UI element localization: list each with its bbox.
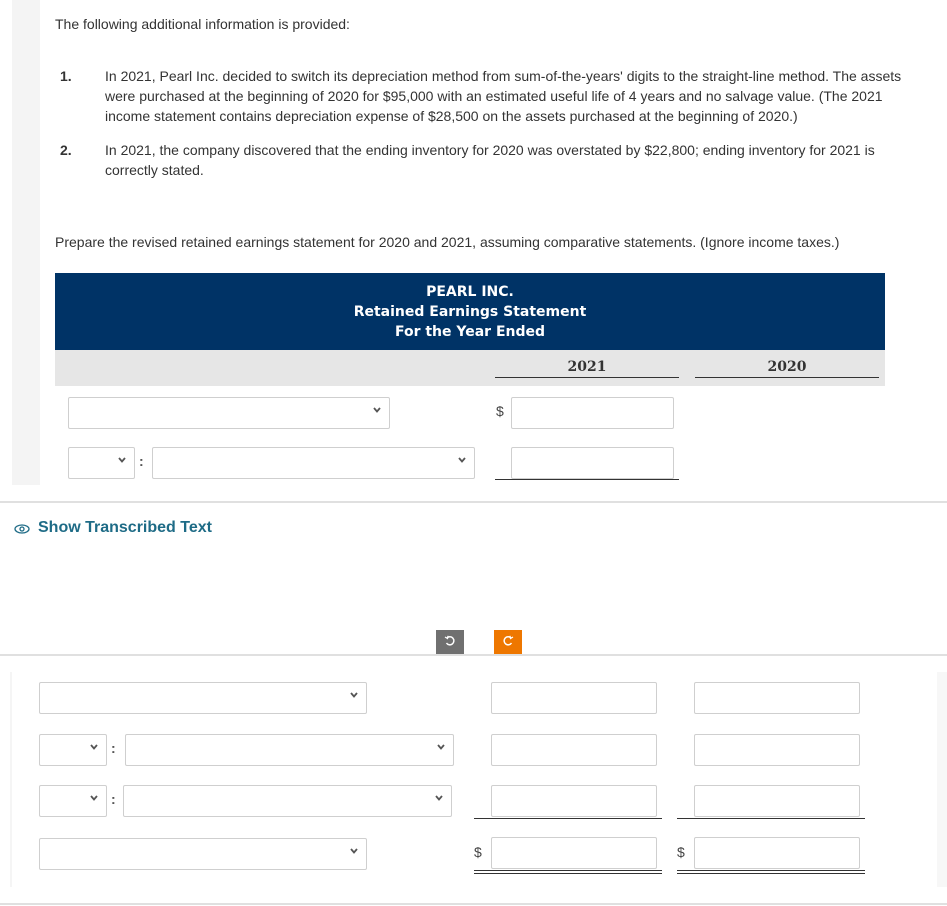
subtotal-underline (474, 818, 662, 819)
statement-period: For the Year Ended (394, 324, 546, 340)
amount-2021-input[interactable] (511, 447, 674, 479)
info-item: 1. In 2021, Pearl Inc. decided to switch… (60, 66, 930, 126)
intro-text: The following additional information is … (55, 16, 350, 32)
account-select[interactable] (123, 785, 452, 817)
panel-left-strip (12, 0, 40, 485)
prefix-select[interactable] (39, 734, 107, 766)
instruction-text: Prepare the revised retained earnings st… (55, 234, 840, 250)
eye-icon (14, 522, 30, 534)
statement-title: Retained Earnings Statement (353, 304, 587, 320)
account-select[interactable] (39, 838, 367, 870)
total-2021-input[interactable] (491, 837, 657, 869)
colon-separator: : (139, 453, 144, 469)
company-name: PEARL INC. (426, 284, 514, 300)
amount-2021-input[interactable] (491, 785, 657, 817)
section-divider (0, 903, 947, 905)
chevron-down-icon (350, 692, 358, 700)
chevron-down-icon (373, 407, 381, 415)
info-number: 2. (60, 142, 72, 158)
info-text: In 2021, Pearl Inc. decided to switch it… (105, 68, 902, 124)
total-double-underline (677, 870, 865, 874)
chevron-down-icon (90, 744, 98, 752)
chevron-down-icon (435, 795, 443, 803)
dollar-sign: $ (496, 403, 504, 419)
section-divider (0, 654, 947, 656)
info-number: 1. (60, 68, 72, 84)
info-text: In 2021, the company discovered that the… (105, 142, 875, 178)
chevron-down-icon (458, 457, 466, 465)
account-select[interactable] (152, 447, 475, 479)
show-transcribed-text-link[interactable]: Show Transcribed Text (14, 519, 212, 537)
prefix-select[interactable] (39, 785, 107, 817)
chevron-down-icon (350, 848, 358, 856)
subtotal-underline (495, 479, 679, 480)
undo-icon (444, 634, 456, 652)
account-select[interactable] (68, 397, 390, 429)
show-transcribed-text-label: Show Transcribed Text (38, 519, 212, 536)
panel-right-strip (937, 672, 947, 887)
prefix-select[interactable] (68, 447, 135, 479)
amount-2021-input[interactable] (491, 682, 657, 714)
account-select[interactable] (39, 682, 367, 714)
panel-left-strip (10, 672, 12, 887)
amount-2021-input[interactable] (491, 734, 657, 766)
chevron-down-icon (118, 457, 126, 465)
dollar-sign: $ (677, 844, 685, 860)
chevron-down-icon (90, 795, 98, 803)
dollar-sign: $ (474, 844, 482, 860)
subtotal-underline (677, 818, 865, 819)
redo-icon (502, 634, 514, 652)
amount-2021-input[interactable] (511, 397, 674, 429)
column-2020: 2020 (695, 359, 879, 378)
statement-header: PEARL INC. Retained Earnings Statement F… (55, 273, 885, 350)
total-double-underline (474, 870, 662, 874)
chevron-down-icon (437, 744, 445, 752)
column-2021: 2021 (495, 359, 679, 378)
colon-separator: : (111, 791, 116, 807)
colon-separator: : (111, 740, 116, 756)
section-divider (0, 501, 947, 503)
amount-2020-input[interactable] (694, 682, 860, 714)
undo-button[interactable] (436, 630, 464, 655)
account-select[interactable] (125, 734, 454, 766)
amount-2020-input[interactable] (694, 785, 860, 817)
amount-2020-input[interactable] (694, 734, 860, 766)
info-item: 2. In 2021, the company discovered that … (60, 140, 930, 180)
column-header-row: 2021 2020 (55, 350, 885, 386)
total-2020-input[interactable] (694, 837, 860, 869)
redo-button[interactable] (494, 630, 522, 655)
info-list: 1. In 2021, Pearl Inc. decided to switch… (60, 66, 930, 194)
